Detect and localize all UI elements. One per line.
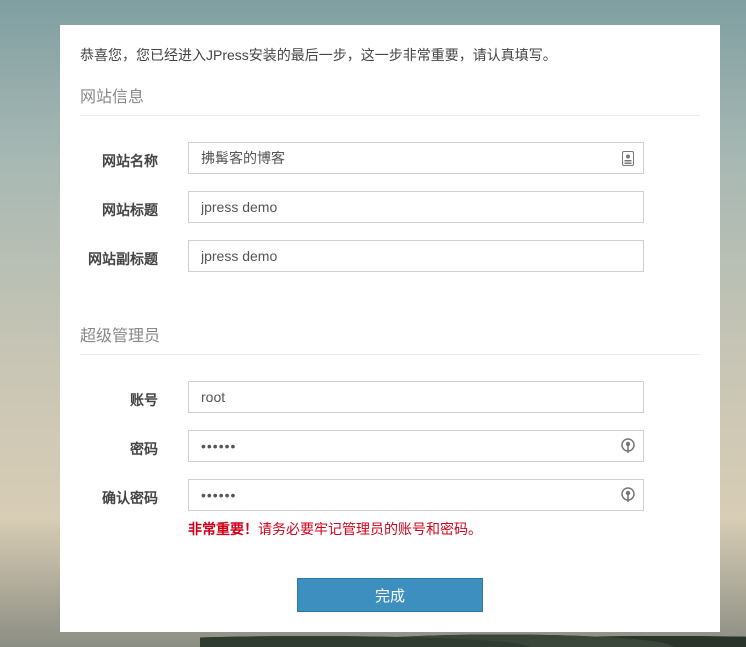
site-title-input[interactable]: [188, 191, 644, 223]
confirm-password-label: 确认密码: [102, 491, 158, 507]
contact-card-icon[interactable]: [619, 149, 637, 167]
key-icon[interactable]: [619, 486, 637, 504]
section-title-site-info: 网站信息: [80, 83, 700, 116]
key-icon[interactable]: [619, 437, 637, 455]
intro-text: 恭喜您，您已经进入JPress安装的最后一步，这一步非常重要，请认真填写。: [80, 47, 557, 63]
site-subtitle-input[interactable]: [188, 240, 644, 272]
warning-text: 请务必要牢记管理员的账号和密码。: [258, 521, 482, 537]
account-input[interactable]: [188, 381, 644, 413]
section-title-admin: 超级管理员: [80, 322, 700, 355]
password-label: 密码: [130, 442, 158, 458]
confirm-password-input[interactable]: [188, 479, 644, 511]
warning-strong-text: 非常重要！: [188, 521, 258, 537]
site-name-label: 网站名称: [102, 154, 158, 170]
site-subtitle-label: 网站副标题: [88, 252, 158, 268]
site-title-label: 网站标题: [102, 203, 158, 219]
account-label: 账号: [130, 393, 158, 409]
install-panel: 恭喜您，您已经进入JPress安装的最后一步，这一步非常重要，请认真填写。 网站…: [60, 25, 720, 632]
site-name-input[interactable]: [188, 142, 644, 174]
finish-button[interactable]: 完成: [297, 578, 483, 612]
password-warning: 非常重要！请务必要牢记管理员的账号和密码。: [188, 519, 482, 539]
password-input[interactable]: [188, 430, 644, 462]
